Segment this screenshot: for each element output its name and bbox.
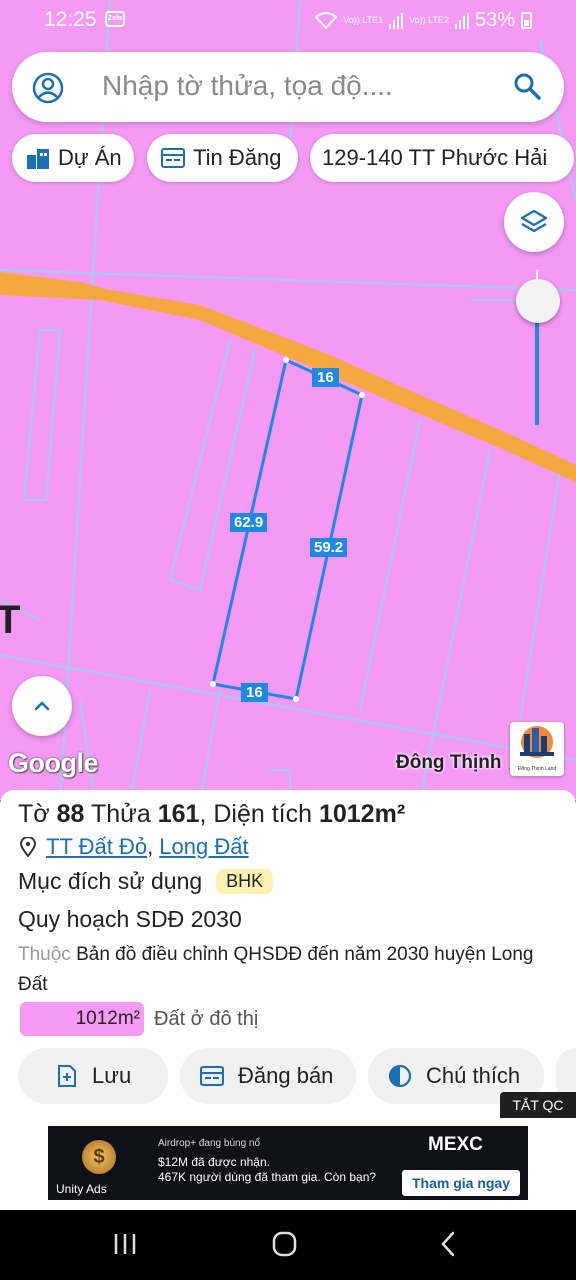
chip-projects-label: Dự Án	[58, 145, 122, 170]
ad-network-label: Unity Ads	[56, 1182, 107, 1196]
listing-icon	[161, 148, 185, 168]
edge-label-left: 62.9	[230, 513, 268, 532]
plan-title: Quy hoạch SDĐ 2030	[18, 906, 242, 932]
system-nav-bar	[0, 1210, 576, 1280]
parcel-info-sheet: Tờ 88 Thửa 161, Diện tích 1012m² TT Đất …	[0, 790, 576, 1120]
map-attribution: Đông Thịnh	[396, 752, 502, 773]
save-button-label: Lưu	[92, 1063, 132, 1088]
chip-location[interactable]: 129-140 TT Phước Hải	[310, 134, 574, 182]
brand-logo[interactable]: Đông Thịnh Land	[510, 722, 564, 776]
search-icon[interactable]	[512, 71, 542, 101]
status-bar: 12:25 Zalo Vo)) LTE1 Vo)) LTE2 53%	[0, 0, 576, 40]
battery-percent: 53%	[474, 9, 515, 31]
chip-projects[interactable]: Dự Án	[12, 134, 134, 182]
chip-listings-label: Tin Đăng	[193, 145, 282, 170]
map-side-letter: T	[0, 598, 21, 642]
opacity-slider-handle[interactable]	[516, 279, 560, 323]
edge-label-bottom: 16	[241, 683, 268, 702]
purpose-code-badge: BHK	[216, 869, 274, 894]
brand-logo-text: Đông Thịnh Land	[517, 766, 557, 772]
district-link[interactable]: Long Đất	[159, 834, 248, 859]
layers-button[interactable]	[504, 192, 564, 252]
ad-line-2: $12M đã được nhận.	[158, 1155, 270, 1169]
zalo-notification-icon: Zalo	[105, 11, 125, 27]
home-icon[interactable]	[272, 1230, 298, 1258]
account-icon[interactable]	[32, 72, 64, 104]
land-type-label: Đất ở đô thị	[154, 1007, 259, 1030]
location-pin-icon	[20, 837, 36, 857]
plan-map-description: Thuộc Bản đồ điều chỉnh QHSDĐ đến năm 20…	[18, 944, 534, 995]
signal-bars-1-icon	[389, 12, 404, 29]
close-ad-button[interactable]: TẮT QC	[500, 1092, 576, 1118]
buildings-icon	[27, 149, 49, 169]
layers-icon	[520, 209, 548, 233]
legend-button-label: Chú thích	[426, 1063, 521, 1088]
post-sale-button-label: Đăng bán	[238, 1063, 334, 1088]
ad-line-3: 467K người dùng đã tham gia. Còn bạn?	[158, 1170, 377, 1184]
listing-icon	[200, 1066, 224, 1086]
city-skyline-icon	[520, 726, 554, 758]
coin-icon: $	[82, 1140, 116, 1174]
land-use-purpose: Mục đích sử dụng BHK	[18, 868, 274, 895]
chip-listings[interactable]: Tin Đăng	[147, 134, 298, 182]
back-icon[interactable]	[438, 1230, 458, 1258]
chip-location-label: 129-140 TT Phước Hải	[322, 145, 548, 170]
save-file-icon	[58, 1065, 76, 1087]
edge-label-top: 16	[312, 368, 339, 387]
ad-banner[interactable]: $ Unity Ads Airdrop+ đang bùng nổ $12M đ…	[48, 1126, 528, 1200]
post-sale-button[interactable]: Đăng bán	[180, 1048, 356, 1104]
sheet-number: 88	[56, 800, 85, 828]
clock: 12:25	[44, 8, 97, 31]
google-logo: Google	[8, 748, 99, 778]
search-input[interactable]: Nhập tờ thửa, tọa độ....	[102, 70, 393, 102]
battery-icon	[521, 12, 532, 29]
ad-cta-button[interactable]: Tham gia ngay	[402, 1170, 520, 1196]
land-color-swatch: 1012m²	[20, 1002, 144, 1036]
ad-line-1: Airdrop+ đang bùng nổ	[158, 1138, 261, 1149]
parcel-location: TT Đất Đỏ, Long Đất	[20, 834, 249, 860]
contrast-icon	[388, 1064, 412, 1088]
sim2-signal-icon: Vo)) LTE2	[409, 15, 449, 25]
wifi-icon	[315, 11, 338, 29]
sim1-signal-icon: Vo)) LTE1	[343, 15, 384, 25]
land-type-row: 1012m² Đất ở đô thị	[20, 1002, 258, 1036]
expand-button[interactable]	[12, 676, 72, 736]
ad-brand: MEXC	[428, 1134, 483, 1155]
signal-bars-2-icon	[454, 12, 469, 29]
chevron-up-icon	[34, 701, 50, 711]
recent-apps-icon[interactable]	[112, 1232, 138, 1256]
search-bar[interactable]: Nhập tờ thửa, tọa độ....	[12, 52, 564, 122]
edge-label-right: 59.2	[310, 538, 348, 557]
parcel-title: Tờ 88 Thửa 161, Diện tích 1012m²	[18, 800, 406, 828]
parcel-area: 1012m²	[318, 800, 406, 828]
ward-link[interactable]: TT Đất Đỏ	[46, 834, 147, 859]
save-button[interactable]: Lưu	[18, 1048, 168, 1104]
plot-number: 161	[157, 800, 200, 828]
